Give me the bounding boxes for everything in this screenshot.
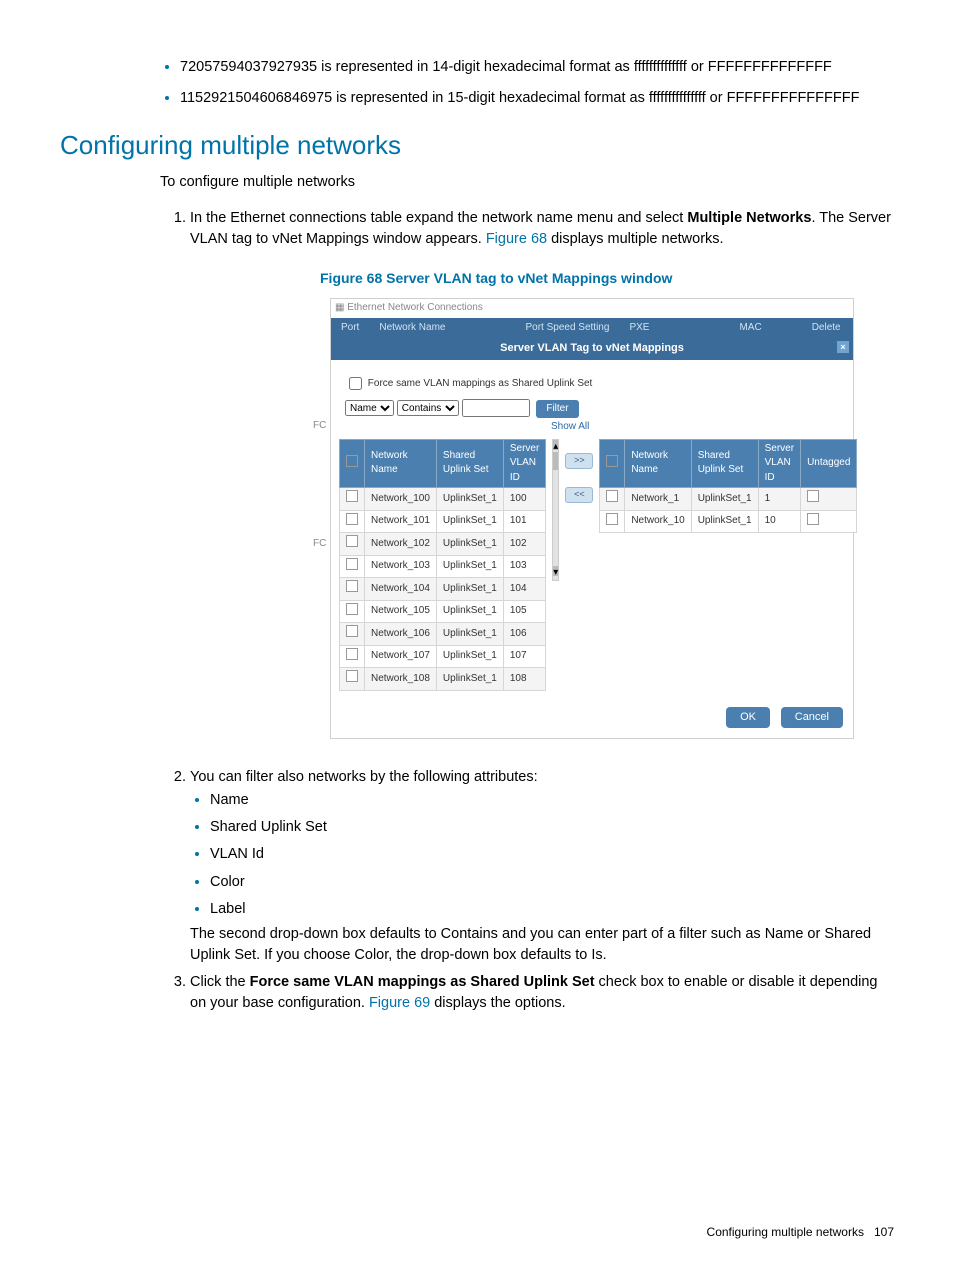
col-sus[interactable]: Shared Uplink Set bbox=[436, 439, 503, 488]
filter-op-select[interactable]: Contains bbox=[397, 400, 459, 416]
table-row[interactable]: Network_100UplinkSet_1100 bbox=[340, 488, 546, 511]
step1-pre: In the Ethernet connections table expand… bbox=[190, 210, 687, 226]
step-1: In the Ethernet connections table expand… bbox=[190, 208, 894, 740]
table-row[interactable]: Network_102UplinkSet_1102 bbox=[340, 533, 546, 556]
tab-port[interactable]: Port bbox=[331, 318, 369, 339]
intro-bullet-2: 1152921504606846975 is represented in 15… bbox=[180, 86, 894, 109]
filter-row: Name Contains Filter bbox=[345, 399, 845, 418]
remove-button[interactable]: << bbox=[565, 487, 593, 503]
step3-tail: displays the options. bbox=[430, 995, 565, 1011]
crumb-fc-bot: FC bbox=[313, 537, 326, 552]
tab-network-name[interactable]: Network Name bbox=[369, 318, 455, 339]
tab-port-speed[interactable]: Port Speed Setting bbox=[515, 318, 619, 339]
available-networks-table: Network Name Shared Uplink Set Server VL… bbox=[339, 439, 546, 691]
add-button[interactable]: >> bbox=[565, 453, 593, 469]
step-2: You can filter also networks by the foll… bbox=[190, 767, 894, 965]
figure-68-link[interactable]: Figure 68 bbox=[486, 231, 547, 247]
col-name[interactable]: Network Name bbox=[365, 439, 437, 488]
intro-bullet-1: 72057594037927935 is represented in 14-d… bbox=[180, 55, 894, 78]
attr-sus: Shared Uplink Set bbox=[210, 815, 894, 838]
lead-text: To configure multiple networks bbox=[160, 172, 894, 193]
show-all-link[interactable]: Show All bbox=[551, 420, 845, 435]
figure-68-caption: Figure 68 Server VLAN tag to vNet Mappin… bbox=[320, 268, 894, 288]
section-heading: Configuring multiple networks bbox=[60, 127, 894, 165]
dialog-footer: OK Cancel bbox=[331, 701, 853, 739]
force-vlan-checkbox[interactable] bbox=[349, 377, 362, 390]
force-vlan-label: Force same VLAN mappings as Shared Uplin… bbox=[368, 378, 593, 389]
table-row[interactable]: Network_1UplinkSet_11 bbox=[600, 488, 857, 511]
crumb-fc-top: FC bbox=[313, 419, 326, 434]
step-3: Click the Force same VLAN mappings as Sh… bbox=[190, 972, 894, 1014]
table-row[interactable]: Network_108UplinkSet_1108 bbox=[340, 668, 546, 691]
col-vlan-r[interactable]: Server VLAN ID bbox=[758, 439, 800, 488]
left-scrollbar[interactable]: ▴ ▾ bbox=[552, 439, 559, 581]
intro-bullets: 72057594037927935 is represented in 14-d… bbox=[160, 55, 894, 109]
attr-label: Label bbox=[210, 897, 894, 920]
col-vlan[interactable]: Server VLAN ID bbox=[503, 439, 545, 488]
step2-text: You can filter also networks by the foll… bbox=[190, 769, 538, 785]
attr-vlan: VLAN Id bbox=[210, 842, 894, 865]
step1-tail: displays multiple networks. bbox=[547, 231, 724, 247]
steps-list: In the Ethernet connections table expand… bbox=[160, 208, 894, 1014]
tab-delete[interactable]: Delete bbox=[802, 318, 851, 339]
dialog-banner: Server VLAN Tag to vNet Mappings × bbox=[331, 338, 853, 360]
figure-68-screenshot: FC FC ▦ Ethernet Network Connections Por… bbox=[330, 298, 854, 739]
step1-bold: Multiple Networks bbox=[687, 210, 811, 226]
figure-69-link[interactable]: Figure 69 bbox=[369, 995, 430, 1011]
table-row[interactable]: Network_106UplinkSet_1106 bbox=[340, 623, 546, 646]
table-row[interactable]: Network_10UplinkSet_110 bbox=[600, 510, 857, 533]
top-tabs: Port Network Name Port Speed Setting PXE… bbox=[331, 318, 853, 339]
col-check-r[interactable] bbox=[600, 439, 625, 488]
ok-button[interactable]: OK bbox=[726, 707, 770, 729]
attr-color: Color bbox=[210, 870, 894, 893]
cancel-button[interactable]: Cancel bbox=[781, 707, 843, 729]
filter-attributes-list: Name Shared Uplink Set VLAN Id Color Lab… bbox=[190, 788, 894, 919]
tab-mac[interactable]: MAC bbox=[729, 318, 771, 339]
step3-bold: Force same VLAN mappings as Shared Uplin… bbox=[250, 974, 595, 990]
table-row[interactable]: Network_107UplinkSet_1107 bbox=[340, 645, 546, 668]
attr-name: Name bbox=[210, 788, 894, 811]
filter-attr-select[interactable]: Name bbox=[345, 400, 394, 416]
transfer-buttons: >> << bbox=[565, 453, 593, 503]
tab-pxe[interactable]: PXE bbox=[619, 318, 659, 339]
filter-button[interactable]: Filter bbox=[536, 400, 578, 419]
step2-tail: The second drop-down box defaults to Con… bbox=[190, 924, 894, 966]
filter-value-input[interactable] bbox=[462, 399, 530, 417]
selected-networks-table: Network Name Shared Uplink Set Server VL… bbox=[599, 439, 857, 534]
step3-pre: Click the bbox=[190, 974, 250, 990]
page-number: 107 bbox=[874, 1225, 894, 1239]
col-untagged[interactable]: Untagged bbox=[801, 439, 857, 488]
force-checkbox-row: Force same VLAN mappings as Shared Uplin… bbox=[345, 374, 845, 393]
table-row[interactable]: Network_101UplinkSet_1101 bbox=[340, 510, 546, 533]
table-row[interactable]: Network_103UplinkSet_1103 bbox=[340, 555, 546, 578]
close-icon[interactable]: × bbox=[837, 341, 849, 353]
col-sus-r[interactable]: Shared Uplink Set bbox=[691, 439, 758, 488]
table-row[interactable]: Network_104UplinkSet_1104 bbox=[340, 578, 546, 601]
col-check[interactable] bbox=[340, 439, 365, 488]
window-title: ▦ Ethernet Network Connections bbox=[331, 299, 853, 318]
page-footer: Configuring multiple networks 107 bbox=[707, 1224, 894, 1241]
table-row[interactable]: Network_105UplinkSet_1105 bbox=[340, 600, 546, 623]
col-name-r[interactable]: Network Name bbox=[625, 439, 691, 488]
